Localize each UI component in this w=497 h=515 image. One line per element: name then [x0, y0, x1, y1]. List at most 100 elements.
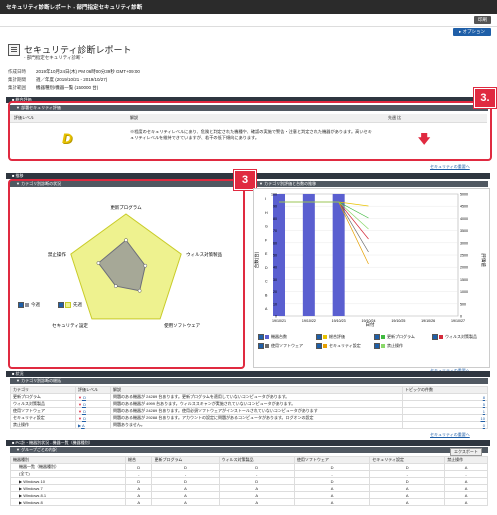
table-row[interactable]: ▶ Windows 10 D D D D D A [10, 477, 488, 485]
trend-legend-item[interactable]: 機器台数 [258, 334, 287, 340]
grade-link[interactable]: D [82, 409, 86, 414]
options-row: ▸ オプション [0, 27, 497, 37]
meta-created: 作成日時 2019年10月24日(木) PM 06時00分39秒 GMT+09:0… [8, 69, 140, 74]
trend-legend-item[interactable]: 使用ソフトウェア [258, 343, 303, 349]
category-grade: ▶ A [75, 421, 111, 429]
checkbox-icon [432, 334, 438, 340]
print-button[interactable]: 印刷 [474, 16, 491, 24]
y-grade-tick: D [265, 266, 268, 270]
checkbox-icon [316, 343, 322, 349]
grade-link[interactable]: D [82, 402, 86, 407]
grade-cell: D [124, 463, 153, 471]
trend-legend-item[interactable]: 総合評価 [316, 334, 345, 340]
table-row: 禁止操作 ▶ A 問題ありません。 0 [10, 421, 488, 429]
topic-count-link[interactable]: 0 [402, 421, 488, 429]
column-header: 総合 [124, 456, 153, 464]
table-row: 使用ソフトウェア ▼ D 問題のある機器が 24289 台あります。使用必須ソフトウ… [10, 407, 488, 415]
page-subtitle: - 部門指定セキュリティ診断 - [24, 55, 84, 60]
legend-label: 機器台数 [271, 334, 287, 340]
category-grade: ▼ D [75, 400, 111, 408]
table-row[interactable]: ▶ Windows 8.1 A A A A A A [10, 491, 488, 499]
grade-cell: - [124, 470, 153, 478]
y-left-tick: 20 [273, 290, 277, 294]
trend-legend-item[interactable]: 禁止操作 [374, 343, 403, 349]
device-group-name[interactable]: 機器一覧（機器種別） [10, 463, 126, 471]
x-tick: 19/10/25 [391, 319, 405, 323]
grade-cell: A [369, 491, 446, 499]
table-row[interactable]: ▶ Windows 7AAAAAA [10, 484, 488, 492]
table-row[interactable]: ▶ Windows 8AAAAAA [10, 498, 488, 506]
legend-swatch [323, 344, 327, 348]
grade-link[interactable]: D [82, 416, 86, 421]
legend-swatch [323, 335, 327, 339]
topic-count-link[interactable]: 10 [402, 414, 488, 422]
grade-cell: A [444, 491, 488, 499]
column-header: セキュリティ設定 [369, 456, 446, 464]
grade-cell: A [444, 477, 488, 485]
category-description: 問題のある機器が 24289 台あります。更新プログラムを適用していないコンピュ… [110, 393, 403, 401]
x-tick: 19/10/21 [272, 319, 286, 323]
y-axis-right-label: 評価値 [480, 253, 487, 267]
device-group-name[interactable]: ▶ Windows 10 [10, 477, 126, 485]
options-button[interactable]: ▸ オプション [452, 28, 491, 36]
column-header: ウィルス対策製品 [218, 456, 295, 464]
y-right-tick: 1000 [460, 290, 468, 294]
grade-cell: A [444, 463, 488, 471]
device-group-name[interactable]: (全て) [10, 470, 126, 478]
grade-cell: A [218, 491, 295, 499]
meta-period: 集計期間 週／年度 (2019/10/21 - 2019/10/27) [8, 77, 108, 82]
legend-label: 総合評価 [329, 334, 345, 340]
table-header-row: 機器種別 総合 更新プログラム ウィルス対策製品 使用ソフトウェア セキュリティ設定 禁止操… [10, 456, 488, 464]
grade-cell: A [124, 498, 153, 506]
legend-label: 使用ソフトウェア [271, 343, 303, 349]
category-name: 更新プログラム [10, 393, 76, 401]
category-grade: ▼ D [75, 414, 111, 422]
category-name: セキュリティ設定 [10, 414, 76, 422]
callout-badge-radar: 3 [234, 170, 256, 190]
grade-cell: D [369, 463, 446, 471]
grade-cell: - [444, 470, 488, 478]
topic-count-link[interactable]: 5 [402, 400, 488, 408]
grade-cell: A [293, 484, 371, 492]
device-breakdown-table: 機器種別 総合 更新プログラム ウィルス対策製品 使用ソフトウェア セキュリティ設定 禁止操… [10, 456, 488, 506]
grade-cell: A [293, 491, 371, 499]
y-grade-tick: A [265, 307, 268, 311]
column-header: 使用ソフトウェア [293, 456, 371, 464]
grade-link[interactable]: A [81, 423, 85, 428]
grade-cell: A [151, 498, 220, 506]
category-description: 問題のある機器が 29288 台あります。アカウントの設定に問題があるコンピュー… [110, 414, 403, 422]
checkbox-icon [316, 334, 322, 340]
table-row[interactable]: (全て) - - - - - - [10, 470, 488, 478]
device-group-name[interactable]: ▶ Windows 7 [10, 484, 126, 492]
export-button[interactable]: エクスポート [450, 448, 482, 456]
device-group-name[interactable]: ▶ Windows 8.1 [10, 491, 126, 499]
section-device-subbar: ▼ グループごとの内訳 [10, 447, 488, 453]
highlight-box-radar [8, 179, 245, 369]
trend-subbar: ▼ カテゴリ別評価と台数の推移 [253, 181, 488, 187]
overall-detail-link[interactable]: セキュリティの重要へ [430, 164, 470, 170]
topic-count-link[interactable]: 8 [402, 393, 488, 401]
grade-cell: A [293, 498, 371, 506]
trend-legend-item[interactable]: 更新プログラム [374, 334, 415, 340]
grade-cell: D [218, 463, 295, 471]
bar-device-count [302, 194, 315, 316]
grade-cell: A [124, 484, 153, 492]
table-row: 更新プログラム ▼ D 問題のある機器が 24289 台あります。更新プログラムを適… [10, 393, 488, 401]
topic-count-link[interactable]: 1 [402, 407, 488, 415]
y-right-tick: 3500 [460, 229, 468, 233]
checkbox-icon [258, 334, 264, 340]
grade-cell: - [293, 470, 371, 478]
legend-swatch [439, 335, 443, 339]
category-name: 禁止操作 [10, 421, 76, 429]
table-row[interactable]: 機器一覧（機器種別） D D D D D A [10, 463, 488, 471]
trend-legend-item[interactable]: セキュリティ設定 [316, 343, 361, 349]
status-detail-link[interactable]: セキュリティの重要へ [430, 432, 470, 438]
y-left-tick: 30 [273, 278, 277, 282]
meta-scope: 集計範囲 機器種別/機器一覧 (150000 台) [8, 85, 99, 90]
grade-link[interactable]: D [82, 395, 86, 400]
y-left-tick: 90 [273, 205, 277, 209]
legend-label: ウィルス対策製品 [445, 334, 477, 340]
device-group-name[interactable]: ▶ Windows 8 [10, 498, 126, 506]
trend-legend-item[interactable]: ウィルス対策製品 [432, 334, 477, 340]
legend-swatch [265, 335, 269, 339]
